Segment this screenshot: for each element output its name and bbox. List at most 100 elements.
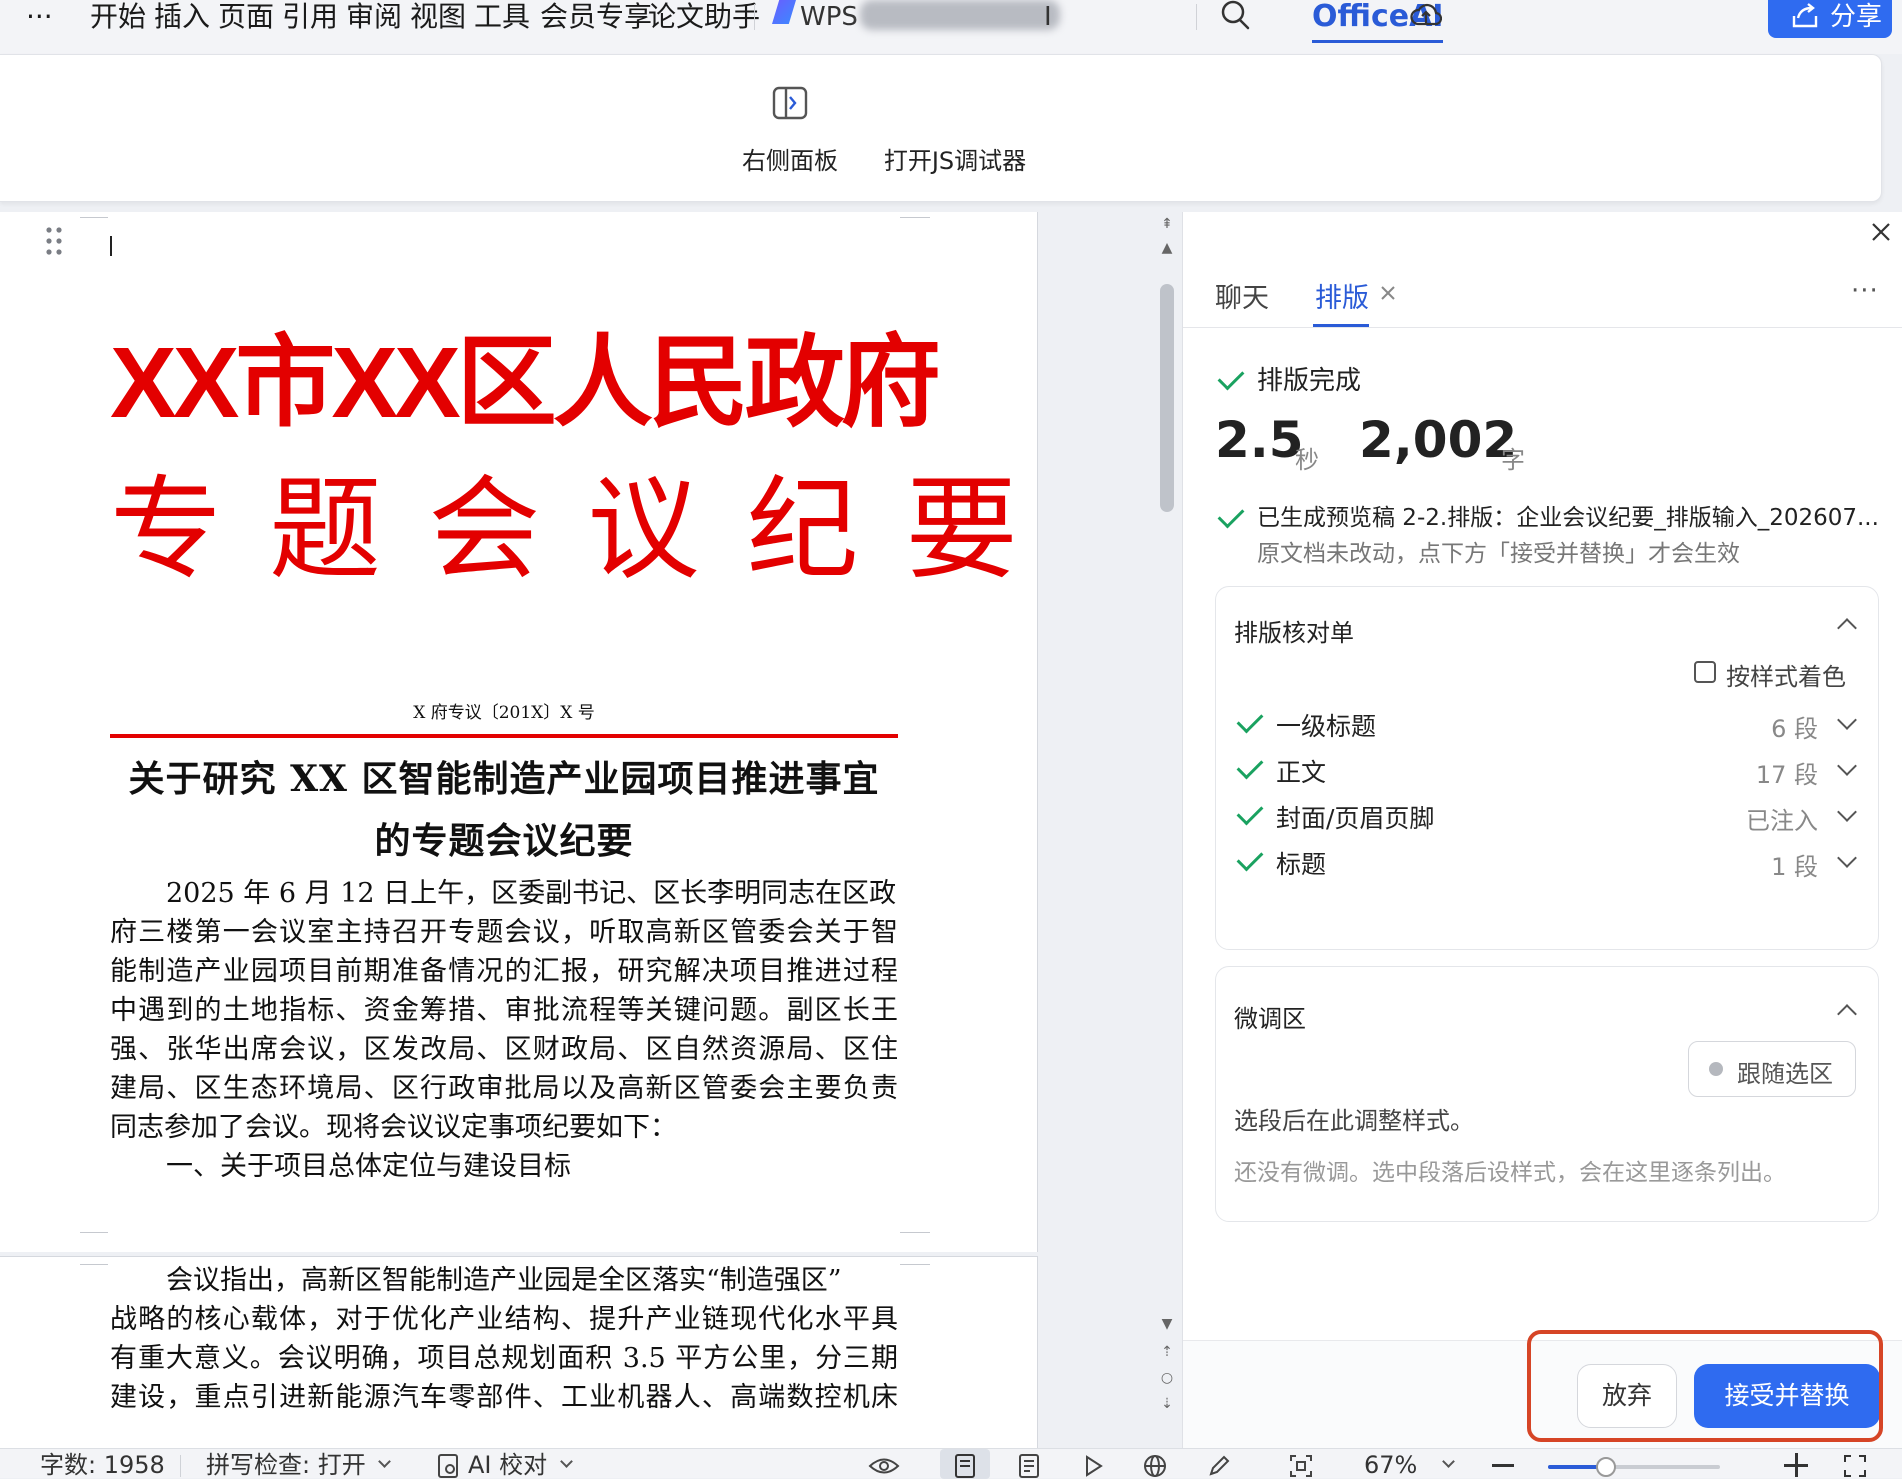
share-button[interactable]: 分享 [1768, 0, 1892, 38]
fullscreen-icon[interactable] [1842, 1453, 1868, 1479]
menu-references[interactable]: 引用 [282, 0, 338, 36]
spellcheck-dropdown-icon[interactable] [378, 1455, 391, 1468]
checklist-row[interactable]: 封面/页眉页脚 已注入 [1216, 793, 1880, 843]
open-js-debugger-button[interactable]: 打开JS调试器 [880, 141, 1030, 176]
zoom-slider[interactable] [1548, 1457, 1720, 1477]
outline-view-icon[interactable] [1016, 1453, 1042, 1479]
checklist-row-label: 一级标题 [1276, 712, 1377, 741]
color-by-style-label: 按样式着色 [1726, 663, 1846, 691]
doc-body-line: 有重大意义。会议明确，项目总规划面积 3.5 平方公里，分三期 [110, 1343, 898, 1374]
document-page[interactable]: XX市XX区人民政府 专 题 会 议 纪 要 X 府专议〔201X〕X 号 关于… [0, 212, 1038, 1252]
expand-row-icon[interactable] [1837, 802, 1857, 822]
collapse-checklist-icon[interactable] [1837, 618, 1857, 638]
close-tab-icon[interactable] [1379, 284, 1397, 302]
page-corner-mark [900, 1255, 930, 1265]
word-count[interactable]: 字数: 1958 [40, 1451, 165, 1479]
doc-heading-line1: 关于研究 XX 区智能制造产业园项目推进事宜 [128, 758, 880, 800]
doc-body-line: 建局、区生态环境局、区行政审批局以及高新区管委会主要负责 [110, 1073, 898, 1104]
document-page[interactable]: 会议指出，高新区智能制造产业园是全区落实“制造强区” 战略的核心载体，对于优化产… [0, 1256, 1038, 1448]
finetune-hint: 选段后在此调整样式。 [1234, 1107, 1474, 1135]
more-menu-icon[interactable]: ··· [26, 0, 53, 36]
follow-selection-toggle[interactable]: 跟随选区 [1688, 1041, 1856, 1097]
drag-handle-icon[interactable] [44, 226, 64, 256]
scroll-down-arrow-icon[interactable]: ▼ [1152, 1316, 1182, 1332]
status-bar: 字数: 1958 拼写检查: 打开 AI 校对 67% [0, 1448, 1902, 1479]
menu-home[interactable]: 开始 [90, 0, 146, 36]
doc-body-line: 强、张华出席会议，区发改局、区财政局、区自然资源局、区住 [110, 1034, 898, 1065]
pen-icon[interactable] [1206, 1453, 1232, 1479]
menu-page[interactable]: 页面 [218, 0, 274, 36]
browse-object-icon[interactable]: ○ [1152, 1370, 1182, 1386]
eye-icon[interactable] [868, 1453, 900, 1479]
next-page-icon[interactable]: ⇣ [1152, 1396, 1182, 1412]
menu-member[interactable]: 会员专享 [540, 0, 652, 36]
row-check-icon [1236, 844, 1264, 872]
menu-review[interactable]: 审阅 [346, 0, 402, 36]
vertical-scrollbar[interactable]: ⇞ ▲ ▼ ⇡ ○ ⇣ [1152, 212, 1182, 1448]
doc-body-line: 会议指出，高新区智能制造产业园是全区落实“制造强区” [166, 1265, 842, 1296]
checklist-row[interactable]: 标题 1 段 [1216, 839, 1880, 889]
ai-proof-dropdown-icon[interactable] [560, 1455, 573, 1468]
checklist-row-count: 6 段 [1771, 715, 1818, 743]
spellcheck-status[interactable]: 拼写检查: 打开 [206, 1451, 366, 1479]
finetune-empty-text: 还没有微调。选中段落后设样式，会在这里逐条列出。 [1234, 1160, 1786, 1186]
layout-done-status: 排版完成 [1257, 366, 1362, 396]
checklist-row-label: 正文 [1276, 758, 1327, 787]
checklist-row[interactable]: 正文 17 段 [1216, 747, 1880, 797]
menu-insert[interactable]: 插入 [154, 0, 210, 36]
web-view-icon[interactable] [1142, 1453, 1168, 1479]
checklist-title: 排版核对单 [1234, 619, 1354, 647]
stat-seconds-unit: 秒 [1295, 446, 1319, 474]
zoom-dropdown-icon[interactable] [1442, 1455, 1455, 1468]
play-icon[interactable] [1080, 1453, 1106, 1479]
collapse-finetune-icon[interactable] [1837, 1004, 1857, 1024]
fit-page-icon[interactable] [1288, 1453, 1314, 1479]
more-options-icon[interactable]: ··· [1851, 276, 1879, 306]
menu-tools[interactable]: 工具 [474, 0, 530, 36]
share-label: 分享 [1830, 2, 1883, 32]
menu-wps-ai[interactable]: WPS [800, 0, 858, 36]
zoom-in-icon[interactable] [1784, 1453, 1808, 1477]
stat-chars-value: 2,002 [1359, 411, 1518, 469]
ribbon-toolbar: 右侧面板 打开JS调试器 [0, 54, 1882, 202]
cloud-upload-icon[interactable] [1410, 0, 1442, 30]
doc-red-rule [110, 734, 898, 738]
scrollbar-thumb[interactable] [1160, 284, 1174, 512]
expand-row-icon[interactable] [1837, 756, 1857, 776]
expand-row-icon[interactable] [1837, 710, 1857, 730]
wps-ai-logo-icon[interactable] [772, 0, 796, 24]
scroll-up-arrow-icon[interactable]: ▲ [1152, 240, 1182, 256]
zoom-slider-knob[interactable] [1596, 1457, 1617, 1477]
officeai-side-panel: 聊天 排版 ··· 排版完成 2.5 秒 2,002 字 已生成预览稿 2-2.… [1182, 212, 1902, 1448]
side-panel-icon [772, 86, 808, 120]
checklist-row-count: 已注入 [1746, 807, 1818, 835]
tab-chat[interactable]: 聊天 [1215, 276, 1269, 315]
right-panel-button[interactable]: 右侧面板 [740, 85, 840, 176]
previous-page-icon[interactable]: ⇡ [1152, 1344, 1182, 1360]
page-corner-mark [900, 212, 930, 218]
search-icon[interactable] [1220, 0, 1250, 30]
preview-note-text: 原文档未改动，点下方「接受并替换」才会生效 [1257, 541, 1740, 567]
checklist-row-count: 17 段 [1755, 761, 1818, 789]
color-by-style-checkbox[interactable]: 按样式着色 [1694, 657, 1894, 693]
menu-view[interactable]: 视图 [410, 0, 466, 36]
menu-thesis[interactable]: 论文助手 [648, 0, 760, 36]
checkbox-box [1694, 661, 1716, 683]
document-canvas[interactable]: XX市XX区人民政府 专 题 会 议 纪 要 X 府专议〔201X〕X 号 关于… [0, 212, 1182, 1448]
text-cursor [110, 236, 112, 256]
tab-layout[interactable]: 排版 [1315, 276, 1369, 315]
scroll-top-icon[interactable]: ⇞ [1152, 216, 1182, 232]
status-divider [180, 1455, 181, 1477]
page-view-icon[interactable] [952, 1453, 978, 1479]
expand-row-icon[interactable] [1837, 848, 1857, 868]
checklist-row-label: 标题 [1276, 850, 1327, 879]
doc-body-line: 战略的核心载体，对于优化产业结构、提升产业链现代化水平具 [110, 1304, 898, 1335]
close-panel-icon[interactable] [1867, 218, 1895, 246]
preview-generated-text: 已生成预览稿 2-2.排版：企业会议纪要_排版输入_202607... [1257, 505, 1879, 531]
stat-seconds-value: 2.5 [1215, 411, 1304, 469]
menu-ai-partial[interactable]: I [1044, 0, 1052, 36]
zoom-level[interactable]: 67% [1364, 1451, 1417, 1479]
ai-proof-label[interactable]: AI 校对 [468, 1451, 547, 1479]
checklist-row[interactable]: 一级标题 6 段 [1216, 701, 1880, 751]
zoom-out-icon[interactable] [1492, 1464, 1514, 1467]
